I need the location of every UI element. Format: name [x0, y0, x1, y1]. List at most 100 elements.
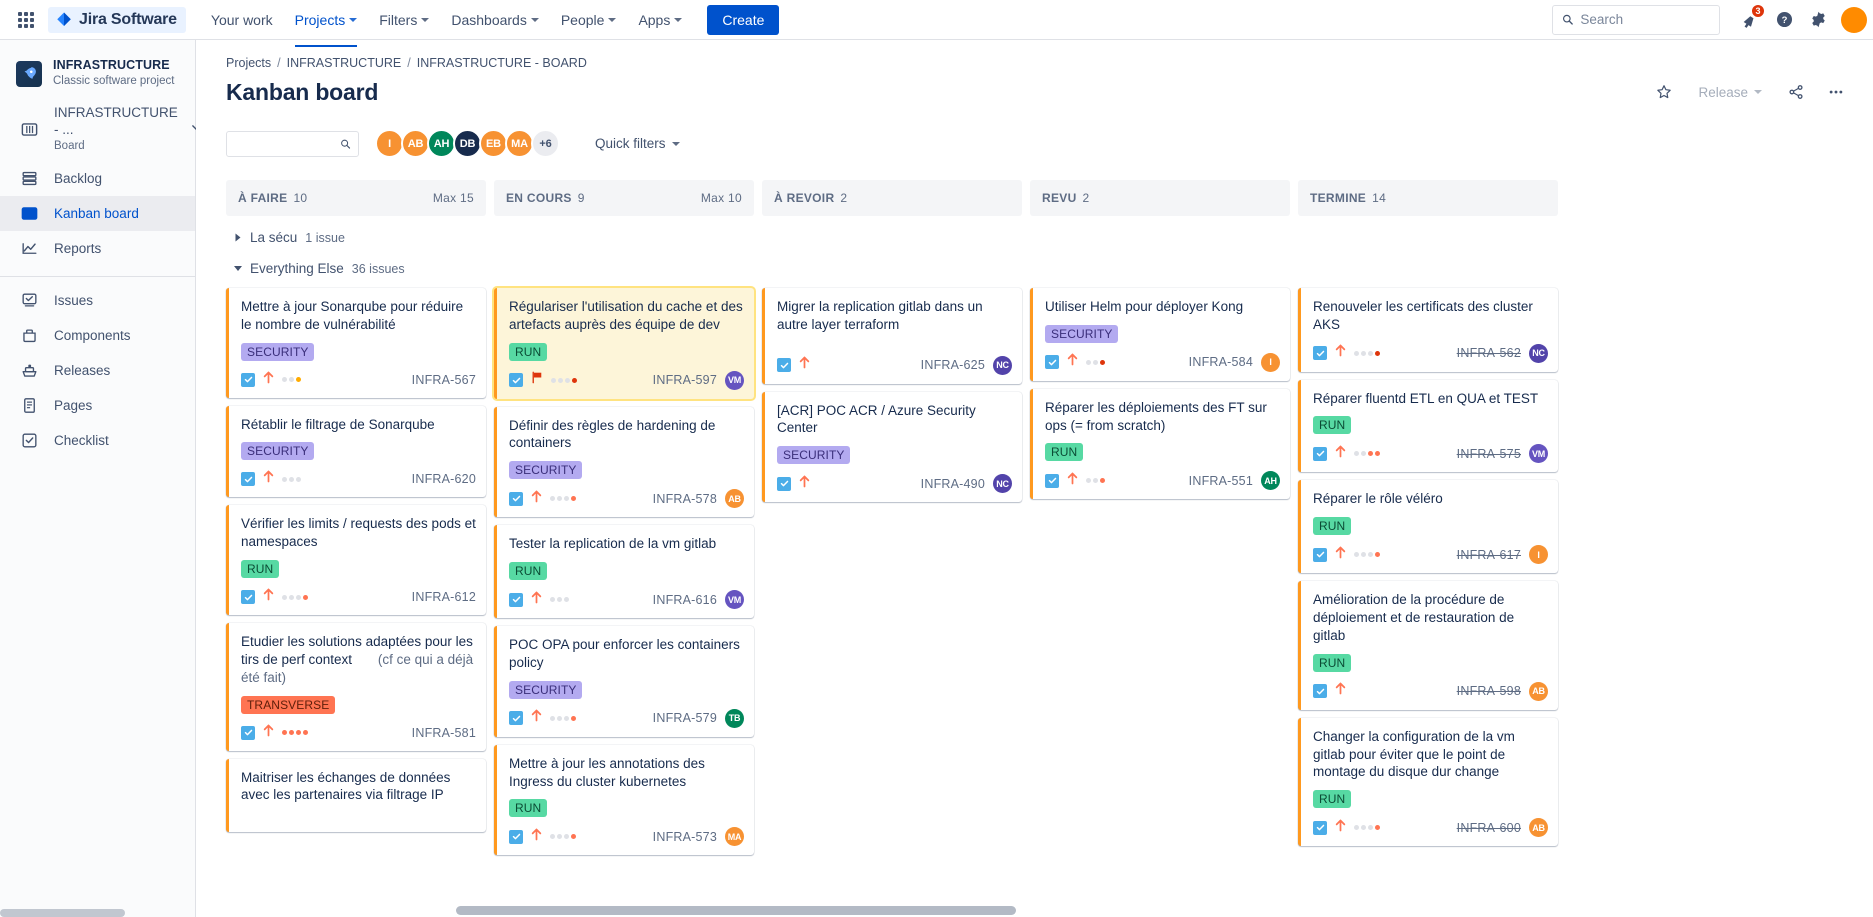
avatar-filter-ab[interactable]: AB [401, 129, 430, 158]
sidebar-item-components[interactable]: Components [0, 318, 195, 353]
issue-card[interactable]: Mettre à jour Sonarqube pour réduire le … [226, 288, 486, 398]
issue-key[interactable]: INFRA-625 [921, 358, 985, 372]
sidebar-horizontal-scrollbar[interactable] [0, 909, 195, 917]
column-header-a-revoir[interactable]: À REVOIR 2 [762, 180, 1022, 216]
issue-key[interactable]: INFRA-551 [1189, 474, 1253, 488]
nav-item-your-work[interactable]: Your work [200, 3, 284, 37]
issue-key[interactable]: INFRA-575 [1457, 447, 1521, 461]
issue-card[interactable]: Tester la replication de la vm gitlab RU… [494, 525, 754, 619]
issue-card[interactable]: Migrer la replication gitlab dans un aut… [762, 288, 1022, 384]
avatar-filter-more[interactable]: +6 [531, 129, 560, 158]
issue-key[interactable]: INFRA-600 [1457, 821, 1521, 835]
issue-card[interactable]: Etudier les solutions adaptées pour les … [226, 623, 486, 751]
sidebar-item-issues[interactable]: Issues [0, 283, 195, 318]
create-button[interactable]: Create [707, 4, 780, 35]
share-button[interactable] [1781, 77, 1811, 107]
issue-card[interactable]: Régulariser l'utilisation du cache et de… [494, 288, 754, 399]
user-profile-avatar[interactable] [1841, 6, 1867, 33]
assignee-avatar[interactable]: VM [1529, 444, 1548, 464]
nav-item-projects[interactable]: Projects [284, 3, 369, 47]
issue-key[interactable]: INFRA-620 [412, 472, 476, 486]
issue-key[interactable]: INFRA-581 [412, 726, 476, 740]
assignee-avatar[interactable]: TB [725, 708, 744, 728]
assignee-avatar[interactable]: AB [1529, 681, 1548, 701]
assignee-avatar[interactable]: AH [1261, 471, 1280, 491]
sidebar-project-header[interactable]: INFRASTRUCTURE Classic software project [0, 52, 195, 97]
column-header-en-cours[interactable]: EN COURS 9 Max 10 [494, 180, 754, 216]
assignee-avatar[interactable]: NC [1529, 343, 1548, 363]
sidebar-item-releases[interactable]: Releases [0, 353, 195, 388]
issue-card[interactable]: Définir des règles de hardening de conta… [494, 406, 754, 518]
assignee-avatar[interactable]: MA [725, 827, 744, 847]
notifications-button[interactable]: 3 [1734, 3, 1766, 36]
column-header-a-faire[interactable]: À FAIRE 10 Max 15 [226, 180, 486, 216]
sidebar-item-checklist[interactable]: Checklist [0, 423, 195, 458]
issue-card[interactable]: Renouveler les certificats des cluster A… [1298, 288, 1558, 372]
breadcrumb-infrastructure[interactable]: INFRASTRUCTURE [287, 56, 402, 70]
sidebar-item-board-selector[interactable]: INFRASTRUCTURE - ... Board [0, 97, 201, 161]
help-button[interactable]: ? [1768, 4, 1800, 36]
sidebar-item-pages[interactable]: Pages [0, 388, 195, 423]
column-header-termine[interactable]: TERMINE 14 [1298, 180, 1558, 216]
nav-item-dashboards[interactable]: Dashboards [440, 3, 550, 37]
global-search-box[interactable] [1552, 4, 1720, 35]
issue-card[interactable]: Amélioration de la procédure de déploiem… [1298, 581, 1558, 710]
swimlane-header-everything-else[interactable]: Everything Else 36 issues [234, 257, 1851, 280]
swimlane-header-la-secu[interactable]: La sécu 1 issue [234, 226, 1851, 249]
assignee-avatar[interactable]: AB [725, 489, 744, 509]
column-header-revu[interactable]: REVU 2 [1030, 180, 1290, 216]
board-search-box[interactable] [226, 130, 359, 157]
assignee-avatar[interactable]: VM [725, 370, 744, 390]
issue-card[interactable]: [ACR] POC ACR / Azure Security Center SE… [762, 391, 1022, 503]
issue-key[interactable]: INFRA-584 [1189, 355, 1253, 369]
board-horizontal-scrollbar[interactable] [456, 906, 1016, 915]
board-search-input[interactable] [234, 136, 341, 151]
assignee-avatar[interactable]: NC [993, 355, 1012, 375]
issue-card[interactable]: Maitriser les échanges de données avec l… [226, 758, 486, 833]
assignee-avatar[interactable]: I [1529, 545, 1548, 565]
release-button[interactable]: Release [1689, 80, 1771, 105]
avatar-filter-eb[interactable]: EB [479, 129, 508, 158]
jira-software-home-link[interactable]: Jira Software [48, 6, 186, 33]
issue-key[interactable]: INFRA-562 [1457, 346, 1521, 360]
quick-filters-dropdown[interactable]: Quick filters [595, 136, 680, 151]
app-switcher-button[interactable] [10, 4, 42, 36]
assignee-avatar[interactable]: NC [993, 474, 1012, 494]
issue-key[interactable]: INFRA-578 [653, 492, 717, 506]
nav-item-apps[interactable]: Apps [627, 3, 693, 37]
sidebar-item-kanban-board[interactable]: Kanban board [0, 196, 195, 232]
more-options-button[interactable] [1821, 77, 1851, 107]
avatar-filter-ah[interactable]: AH [427, 129, 456, 158]
issue-key[interactable]: INFRA-612 [412, 590, 476, 604]
assignee-avatar[interactable]: I [1261, 352, 1280, 372]
issue-card[interactable]: POC OPA pour enforcer les containers pol… [494, 626, 754, 737]
breadcrumb-projects[interactable]: Projects [226, 56, 271, 70]
breadcrumb-board[interactable]: INFRASTRUCTURE - BOARD [417, 56, 587, 70]
issue-key[interactable]: INFRA-579 [653, 711, 717, 725]
issue-key[interactable]: INFRA-598 [1457, 684, 1521, 698]
issue-card[interactable]: Vérifier les limits / requests des pods … [226, 505, 486, 616]
nav-item-filters[interactable]: Filters [368, 3, 440, 37]
issue-card[interactable]: Réparer les déploiements des FT sur ops … [1030, 388, 1290, 500]
issue-card[interactable]: Utiliser Helm pour déployer Kong SECURIT… [1030, 288, 1290, 381]
issue-card[interactable]: Réparer fluentd ETL en QUA et TEST RUN I… [1298, 379, 1558, 473]
settings-button[interactable] [1802, 4, 1834, 36]
issue-key[interactable]: INFRA-567 [412, 373, 476, 387]
avatar-filter-i[interactable]: I [375, 129, 404, 158]
assignee-avatar[interactable]: VM [725, 590, 744, 610]
issue-card[interactable]: Changer la configuration de la vm gitlab… [1298, 717, 1558, 847]
issue-key[interactable]: INFRA-617 [1457, 548, 1521, 562]
nav-item-people[interactable]: People [550, 3, 628, 37]
issue-key[interactable]: INFRA-597 [653, 373, 717, 387]
issue-key[interactable]: INFRA-573 [653, 830, 717, 844]
sidebar-item-reports[interactable]: Reports [0, 231, 195, 266]
global-search-input[interactable] [1580, 12, 1710, 27]
star-button[interactable] [1649, 77, 1679, 107]
issue-card[interactable]: Mettre à jour les annotations des Ingres… [494, 744, 754, 856]
avatar-filter-ma[interactable]: MA [505, 129, 534, 158]
assignee-avatar[interactable]: AB [1529, 818, 1548, 838]
issue-card[interactable]: Réparer le rôle véléro RUN INFRA-617 I [1298, 480, 1558, 574]
issue-key[interactable]: INFRA-616 [653, 593, 717, 607]
sidebar-item-backlog[interactable]: Backlog [0, 161, 195, 196]
issue-key[interactable]: INFRA-490 [921, 477, 985, 491]
